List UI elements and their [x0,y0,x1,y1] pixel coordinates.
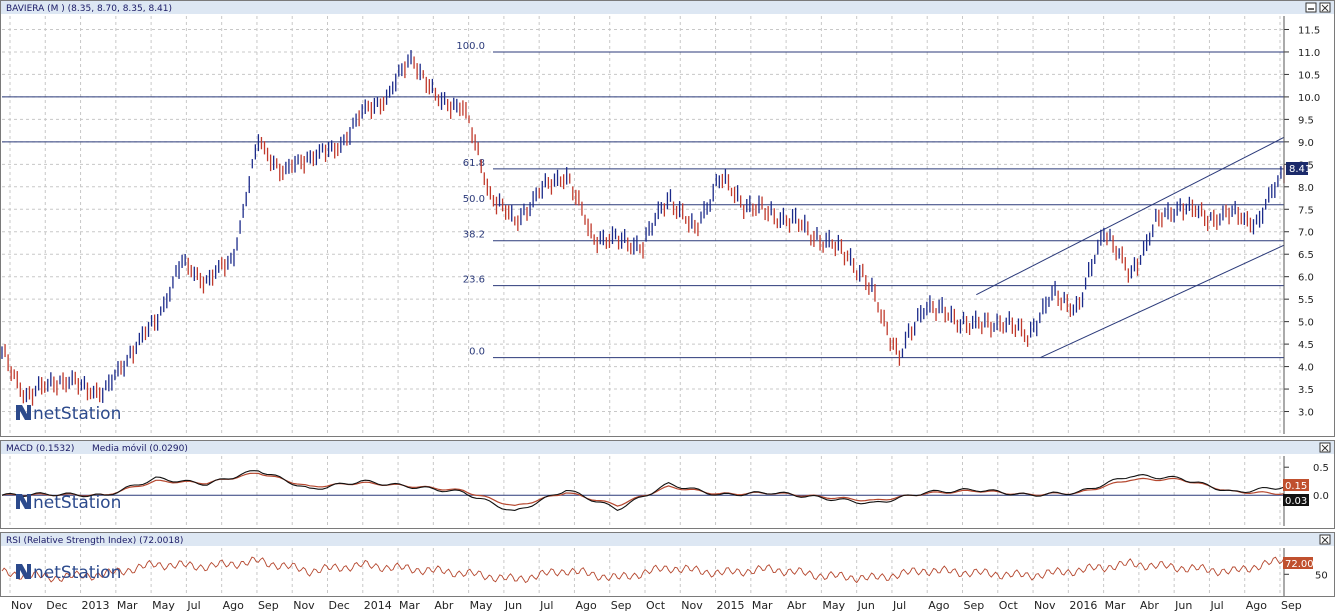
logo-text-price: netStation [33,404,121,424]
chart-svg: BAVIERA (M ) (8.35, 8.70, 8.35, 8.41) MA… [0,0,1335,612]
x-tick-label: Abr [434,599,454,612]
macd-header-bar [1,441,1334,454]
x-tick-label: Ago [928,599,950,612]
x-tick-label: 2016 [1069,599,1097,612]
macd-close-icon[interactable] [1319,442,1331,453]
x-tick-label: Mar [117,599,138,612]
x-tick-label: Ago [1246,599,1268,612]
y-tick-label: 10.0 [1298,93,1320,104]
logo-text-rsi: netStation [33,563,121,583]
rsi-title: RSI (Relative Strength Index) (72.0018) [6,536,183,546]
y-tick-label: 5.0 [1298,318,1314,329]
x-tick-label: Oct [646,599,666,612]
x-tick-label: Jul [539,599,553,612]
x-tick-label: Mar [752,599,773,612]
price-title: BAVIERA (M ) (8.35, 8.70, 8.35, 8.41) [6,4,172,14]
x-tick-label: Oct [999,599,1019,612]
x-tick-label: 2013 [82,599,110,612]
signal-tag-value: 0.03 [1285,496,1307,507]
x-tick-label: Ago [575,599,597,612]
y-tick-label: 3.0 [1298,408,1314,419]
fib-label: 50.0 [463,194,485,205]
close-icon[interactable] [1319,2,1331,13]
x-tick-label: 2015 [717,599,745,612]
rsi-header-bar [1,533,1334,546]
y-tick-label: 3.5 [1298,385,1314,396]
x-tick-label: Jul [186,599,200,612]
x-tick-label: Jul [1209,599,1223,612]
x-tick-label: Sep [611,599,632,612]
rsi-close-icon[interactable] [1319,534,1331,545]
macd-title: MACD (0.1532) [6,444,74,454]
x-tick-label: Abr [787,599,807,612]
x-tick-label: Jun [504,599,522,612]
fib-label: 100.0 [456,41,485,52]
y-tick-label: 4.0 [1298,363,1314,374]
x-tick-label: Nov [681,599,703,612]
price-last-value: 8.41 [1289,164,1311,175]
minimize-icon[interactable] [1305,2,1317,13]
x-tick-label: 2014 [364,599,392,612]
rsi-y-tick-label: 50 [1315,570,1328,581]
rsi-tag-value: 72.00 [1285,559,1314,570]
price-panel [0,0,1335,437]
y-tick-label: 6.0 [1298,273,1314,284]
x-tick-label: Jul [892,599,906,612]
x-tick-label: May [822,599,845,612]
fib-label: 38.2 [463,230,485,241]
price-header-bar [1,1,1334,14]
y-tick-label: 7.0 [1298,228,1314,239]
x-tick-label: Abr [1140,599,1160,612]
y-tick-label: 4.5 [1298,340,1314,351]
logo-text-macd: netStation [33,493,121,513]
y-tick-label: 5.5 [1298,295,1314,306]
y-tick-label: 6.5 [1298,250,1314,261]
macd-tag-value: 0.15 [1285,481,1307,492]
fib-label: 23.6 [463,275,485,286]
chart-window: BAVIERA (M ) (8.35, 8.70, 8.35, 8.41) MA… [0,0,1336,614]
x-tick-label: May [152,599,175,612]
x-tick-label: Ago [223,599,245,612]
x-tick-label: Dec [329,599,350,612]
x-tick-label: Dec [46,599,67,612]
x-tick-label: Nov [293,599,315,612]
x-tick-label: Sep [1281,599,1302,612]
x-tick-label: May [470,599,493,612]
y-tick-label: 8.0 [1298,183,1314,194]
fib-label: 0.0 [469,347,485,358]
macd-y-tick-label: 0.5 [1313,463,1329,474]
y-tick-label: 7.5 [1298,205,1314,216]
x-tick-label: Nov [1034,599,1056,612]
x-tick-label: Jun [1174,599,1192,612]
y-tick-label: 9.0 [1298,138,1314,149]
x-tick-label: Sep [258,599,279,612]
x-tick-label: Sep [964,599,985,612]
macd-y-tick-label: 0.0 [1313,491,1329,502]
y-tick-label: 11.0 [1298,48,1320,59]
x-tick-label: Nov [11,599,33,612]
x-tick-label: Mar [1105,599,1126,612]
macd-signal-title: Media móvil (0.0290) [92,443,188,454]
x-tick-label: Mar [399,599,420,612]
y-tick-label: 10.5 [1298,70,1320,81]
y-tick-label: 9.5 [1298,115,1314,126]
x-tick-label: Jun [857,599,875,612]
y-tick-label: 11.5 [1298,25,1320,36]
